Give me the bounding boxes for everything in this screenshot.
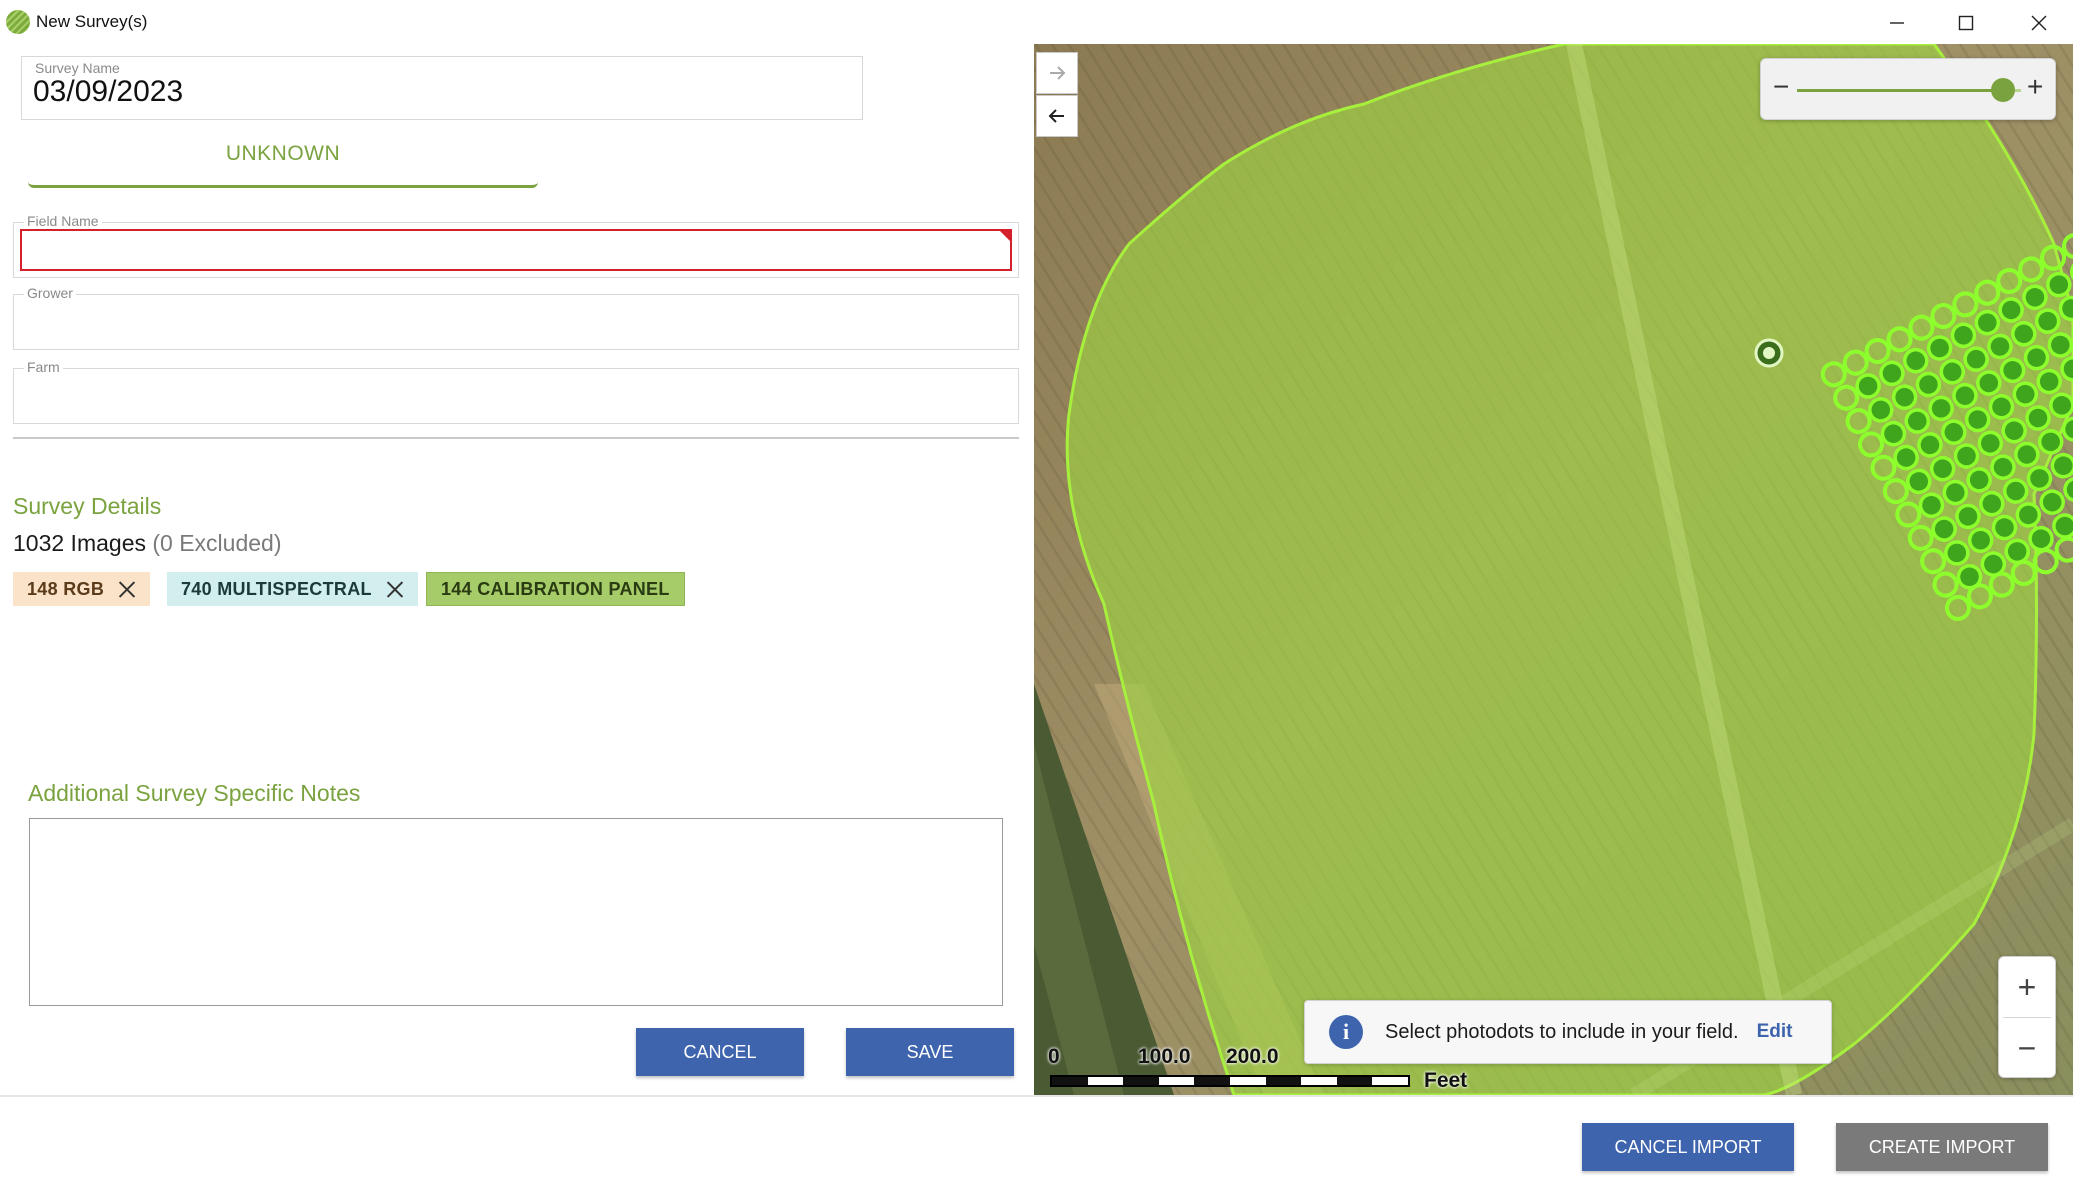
chip-calibration-panel: 144 CALIBRATION PANEL xyxy=(426,572,685,606)
slider-minus-icon[interactable]: − xyxy=(1773,73,1789,101)
field-name-input[interactable] xyxy=(22,231,1010,271)
minus-icon: − xyxy=(2017,1029,2037,1066)
survey-name-label: Survey Name xyxy=(33,60,122,76)
plus-icon: + xyxy=(2017,968,2037,1005)
title-bar: New Survey(s) xyxy=(0,0,2073,44)
tab-unknown[interactable]: UNKNOWN xyxy=(28,136,538,188)
farm-input[interactable] xyxy=(22,377,1010,417)
grower-field[interactable]: Grower xyxy=(13,285,1019,350)
footer-bar: CANCEL IMPORT CREATE IMPORT xyxy=(0,1095,2073,1185)
info-message: Select photodots to include in your fiel… xyxy=(1385,1020,1739,1043)
grower-label: Grower xyxy=(24,285,76,301)
scale-track xyxy=(1050,1075,1410,1087)
farm-field[interactable]: Farm xyxy=(13,359,1019,424)
zoom-controls: + − xyxy=(1998,956,2056,1078)
grower-input[interactable] xyxy=(22,303,1010,343)
close-icon xyxy=(2031,15,2047,31)
field-name-field[interactable]: Field Name xyxy=(13,213,1019,278)
slider-thumb[interactable] xyxy=(1991,78,2016,102)
scale-unit: Feet xyxy=(1424,1069,1468,1092)
aerial-imagery xyxy=(1034,44,2073,1095)
notes-title: Additional Survey Specific Notes xyxy=(28,780,361,806)
arrow-right-icon xyxy=(1050,66,1066,80)
notes-field[interactable] xyxy=(29,818,1003,1006)
minimize-icon xyxy=(1890,22,1904,24)
zoom-in-button[interactable]: + xyxy=(1999,957,2055,1017)
images-excluded: (0 Excluded) xyxy=(152,530,282,556)
images-total: 1032 Images xyxy=(13,530,146,556)
maximize-icon xyxy=(1958,15,1974,31)
survey-name-input[interactable] xyxy=(33,75,833,109)
chip-multispectral-label: 740 MULTISPECTRAL xyxy=(181,578,372,599)
chip-rgb: 148 RGB xyxy=(13,572,151,606)
scale-label-2: 200.0 xyxy=(1226,1045,1279,1068)
zoom-slider[interactable]: − + xyxy=(1760,58,2056,120)
images-count: 1032 Images (0 Excluded) xyxy=(13,530,282,557)
chip-rgb-label: 148 RGB xyxy=(27,578,105,599)
field-name-label: Field Name xyxy=(24,213,102,229)
survey-form-panel: Survey Name UNKNOWN Field Name Grower Fa… xyxy=(0,44,1034,1098)
scale-label-0: 0 xyxy=(1048,1045,1060,1068)
scale-label-1: 100.0 xyxy=(1138,1045,1191,1068)
map-view[interactable]: − + + − 0 100.0 200.0 Feet i Select phot… xyxy=(1034,44,2073,1095)
form-divider xyxy=(13,437,1019,439)
remove-rgb-icon[interactable] xyxy=(118,580,136,598)
slider-track[interactable] xyxy=(1797,78,2021,102)
info-icon: i xyxy=(1329,1015,1363,1049)
close-button[interactable] xyxy=(2022,6,2056,40)
cancel-import-button[interactable]: CANCEL IMPORT xyxy=(1582,1123,1794,1171)
minimize-button[interactable] xyxy=(1880,6,1914,40)
window-title: New Survey(s) xyxy=(36,12,148,31)
notes-textarea[interactable] xyxy=(30,819,1002,1005)
maximize-button[interactable] xyxy=(1949,6,1983,40)
info-toast: i Select photodots to include in your fi… xyxy=(1304,1000,1832,1064)
remove-multispectral-icon[interactable] xyxy=(386,580,404,598)
create-import-button[interactable]: CREATE IMPORT xyxy=(1836,1123,2048,1171)
zoom-out-button[interactable]: − xyxy=(1999,1018,2055,1078)
farm-label: Farm xyxy=(24,359,63,375)
arrow-left-icon xyxy=(1048,109,1064,123)
save-button[interactable]: SAVE xyxy=(846,1028,1014,1076)
survey-name-field[interactable]: Survey Name xyxy=(21,56,863,120)
cancel-button[interactable]: CANCEL xyxy=(636,1028,804,1076)
map-forward-button[interactable] xyxy=(1036,52,1078,94)
slider-fill xyxy=(1797,89,2004,92)
slider-plus-icon[interactable]: + xyxy=(2027,73,2043,101)
survey-details-title: Survey Details xyxy=(13,493,162,519)
edit-link[interactable]: Edit xyxy=(1757,1021,1793,1043)
app-logo-icon xyxy=(6,10,30,34)
field-boundary xyxy=(1065,44,2073,1095)
map-back-button[interactable] xyxy=(1036,95,1078,137)
chip-calibration-label: 144 CALIBRATION PANEL xyxy=(441,578,670,599)
chip-multispectral: 740 MULTISPECTRAL xyxy=(167,572,418,606)
